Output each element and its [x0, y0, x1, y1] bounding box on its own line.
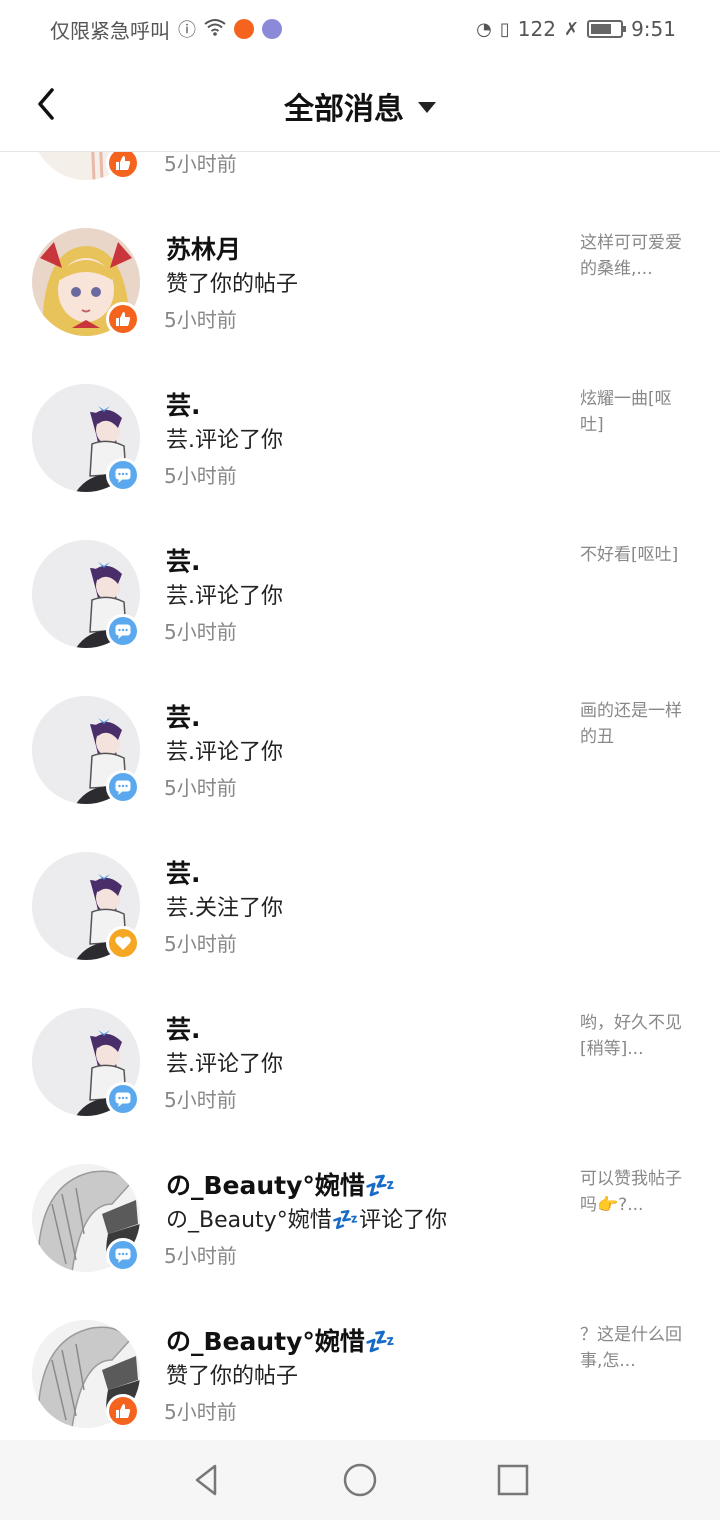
- message-action: 芸.评论了你: [166, 428, 283, 453]
- message-preview: 可以赞我帖子吗👉?...: [580, 1169, 682, 1215]
- list-item[interactable]: 芸. 芸.评论了你 5小时前 炫耀一曲[呕吐]: [0, 376, 720, 532]
- square-recents-icon: [498, 1464, 529, 1496]
- message-time: 5小时前: [164, 932, 237, 956]
- battery-level: [591, 24, 612, 34]
- comment-badge-icon: [106, 614, 140, 648]
- list-item[interactable]: 芸. 芸.评论了你 5小时前 哟，好久不见[稍等]...: [0, 1000, 720, 1156]
- like-badge-icon: [106, 152, 140, 180]
- app-notification-icon: [234, 19, 254, 39]
- user-name: 芸.: [166, 391, 201, 420]
- user-name: 苏林月: [166, 235, 242, 264]
- user-name: 芸.: [166, 547, 201, 576]
- system-home-button[interactable]: [340, 1460, 380, 1500]
- heart-badge-icon: [106, 926, 140, 960]
- comment-badge-icon: [106, 770, 140, 804]
- message-action: 芸.关注了你: [166, 896, 283, 921]
- comment-badge-icon: [106, 1082, 140, 1116]
- status-right: ◔ ▯ 122 ✗ 9:51: [476, 17, 676, 41]
- carrier-text: 仅限紧急呼叫: [50, 18, 170, 43]
- message-time: 5小时前: [164, 1088, 237, 1112]
- message-time: 5小时前: [164, 620, 237, 644]
- message-time: 5小时前: [164, 1244, 237, 1268]
- caret-down-icon: [418, 102, 436, 113]
- list-item[interactable]: 芸. 芸.关注了你 5小时前: [0, 844, 720, 1000]
- user-name: 芸.: [166, 859, 201, 888]
- system-back-button[interactable]: [187, 1460, 227, 1500]
- status-bar: 仅限紧急呼叫 ⓘ ◔ ▯ 122 ✗ 9:51: [0, 0, 720, 58]
- message-action: 芸.评论了你: [166, 1052, 283, 1077]
- list-item-partial[interactable]: 5小时前: [0, 152, 720, 208]
- page-title: 全部消息: [284, 92, 404, 127]
- message-list[interactable]: 5小时前 苏林月 赞了你的帖子 5小时前 这样可可爱爱的桑维,... 芸. 芸.评论了你 5…: [0, 152, 720, 1440]
- status-left: 仅限紧急呼叫 ⓘ: [50, 15, 282, 44]
- message-time: 5小时前: [164, 776, 237, 800]
- message-action: 赞了你的帖子: [166, 272, 299, 297]
- user-name: の_Beauty°婉惜💤: [166, 1327, 397, 1356]
- music-icon: [262, 19, 282, 39]
- message-time: 5小时前: [164, 1400, 237, 1424]
- triangle-back-icon: [195, 1464, 216, 1496]
- like-badge-icon: [106, 302, 140, 336]
- message-filter-dropdown[interactable]: 全部消息: [0, 84, 720, 128]
- message-time: 5小时前: [164, 464, 237, 488]
- message-preview: 不好看[呕吐]: [580, 545, 679, 565]
- circle-home-icon: [343, 1463, 377, 1497]
- system-navigation-bar: [0, 1440, 720, 1520]
- user-name: 芸.: [166, 1015, 201, 1044]
- data-saver-icon: ◔: [476, 18, 492, 40]
- system-recents-button[interactable]: [493, 1460, 533, 1500]
- list-item[interactable]: 芸. 芸.评论了你 5小时前 不好看[呕吐]: [0, 532, 720, 688]
- message-time: 5小时前: [164, 152, 237, 176]
- no-signal-icon: ✗: [563, 18, 580, 40]
- message-preview: 哟，好久不见[稍等]...: [580, 1013, 682, 1059]
- network-speed: 122: [517, 17, 556, 41]
- wifi-icon: [204, 18, 226, 41]
- comment-badge-icon: [106, 458, 140, 492]
- user-name: の_Beauty°婉惜💤: [166, 1171, 397, 1200]
- alert-icon: ⓘ: [178, 20, 196, 41]
- message-preview: 这样可可爱爱的桑维,...: [580, 233, 682, 279]
- clock: 9:51: [631, 17, 676, 41]
- user-name: 芸.: [166, 703, 201, 732]
- message-action: 芸.评论了你: [166, 740, 283, 765]
- list-item[interactable]: 苏林月赞了你的帖子 5小时前 这样可可爱爱的桑维,...: [0, 220, 720, 376]
- battery-icon: [587, 20, 627, 38]
- list-item[interactable]: 芸. 芸.评论了你 5小时前 画的还是一样的丑: [0, 688, 720, 844]
- list-item[interactable]: の_Beauty°婉惜💤 の_Beauty°婉惜💤评论了你 5小时前 可以赞我帖子吗👉…: [0, 1156, 720, 1312]
- message-time: 5小时前: [164, 308, 237, 332]
- message-preview: ？这是什么回事,怎...: [580, 1325, 682, 1371]
- top-nav-bar: 全部消息: [0, 58, 720, 152]
- vibrate-icon: ▯: [499, 18, 510, 40]
- list-item[interactable]: の_Beauty°婉惜💤 赞了你的帖子 5小时前 ？这是什么回事,怎...: [0, 1312, 720, 1440]
- message-preview: 画的还是一样的丑: [580, 701, 682, 747]
- message-action: の_Beauty°婉惜💤评论了你: [166, 1208, 448, 1233]
- message-preview: 炫耀一曲[呕吐]: [580, 389, 672, 435]
- comment-badge-icon: [106, 1238, 140, 1272]
- like-badge-icon: [106, 1394, 140, 1428]
- message-action: 赞了你的帖子: [166, 1364, 299, 1389]
- message-action: 芸.评论了你: [166, 584, 283, 609]
